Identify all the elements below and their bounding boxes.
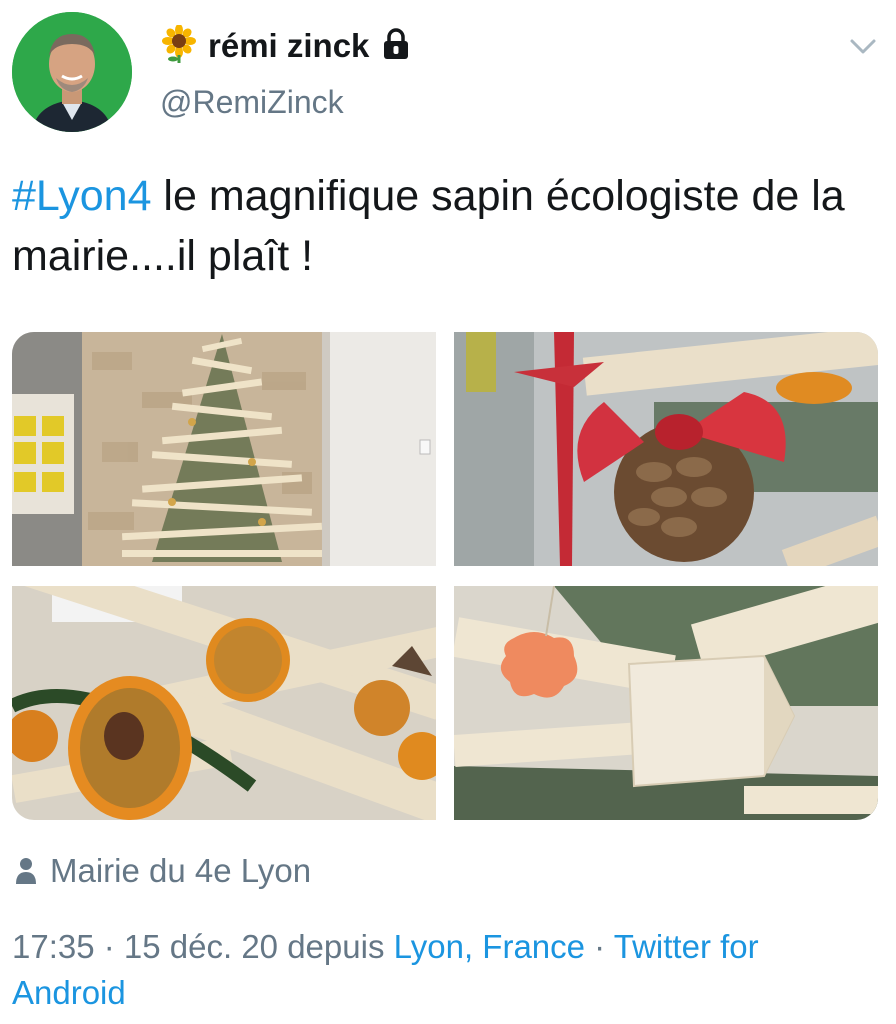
author-handle[interactable]: @RemiZinck bbox=[160, 84, 344, 121]
meta-separator: · bbox=[585, 928, 614, 965]
author-name-row[interactable]: rémi zinck bbox=[160, 23, 411, 68]
tweet-text: #Lyon4 le magnifique sapin écologiste de… bbox=[12, 166, 872, 286]
chevron-down-icon[interactable] bbox=[848, 36, 878, 63]
location-row[interactable]: Mairie du 4e Lyon bbox=[14, 852, 311, 890]
timestamp: 17:35 · 15 déc. 20 depuis bbox=[12, 928, 394, 965]
tree-photo[interactable] bbox=[12, 332, 436, 566]
lock-icon bbox=[381, 27, 411, 65]
person-icon bbox=[16, 858, 36, 884]
location-label: Mairie du 4e Lyon bbox=[50, 852, 312, 889]
ornament-photo[interactable] bbox=[454, 586, 878, 820]
sunflower-emoji-icon bbox=[160, 23, 198, 68]
dried-orange-photo[interactable] bbox=[12, 586, 436, 820]
pinecone-bow-photo[interactable] bbox=[454, 332, 878, 566]
tweet-meta: 17:35 · 15 déc. 20 depuis Lyon, France ·… bbox=[12, 924, 872, 1016]
author-name: rémi zinck bbox=[208, 27, 370, 64]
avatar[interactable] bbox=[12, 12, 132, 132]
place-link[interactable]: Lyon, France bbox=[394, 928, 585, 965]
hashtag-link[interactable]: #Lyon4 bbox=[12, 172, 151, 220]
photo-grid bbox=[12, 332, 878, 820]
